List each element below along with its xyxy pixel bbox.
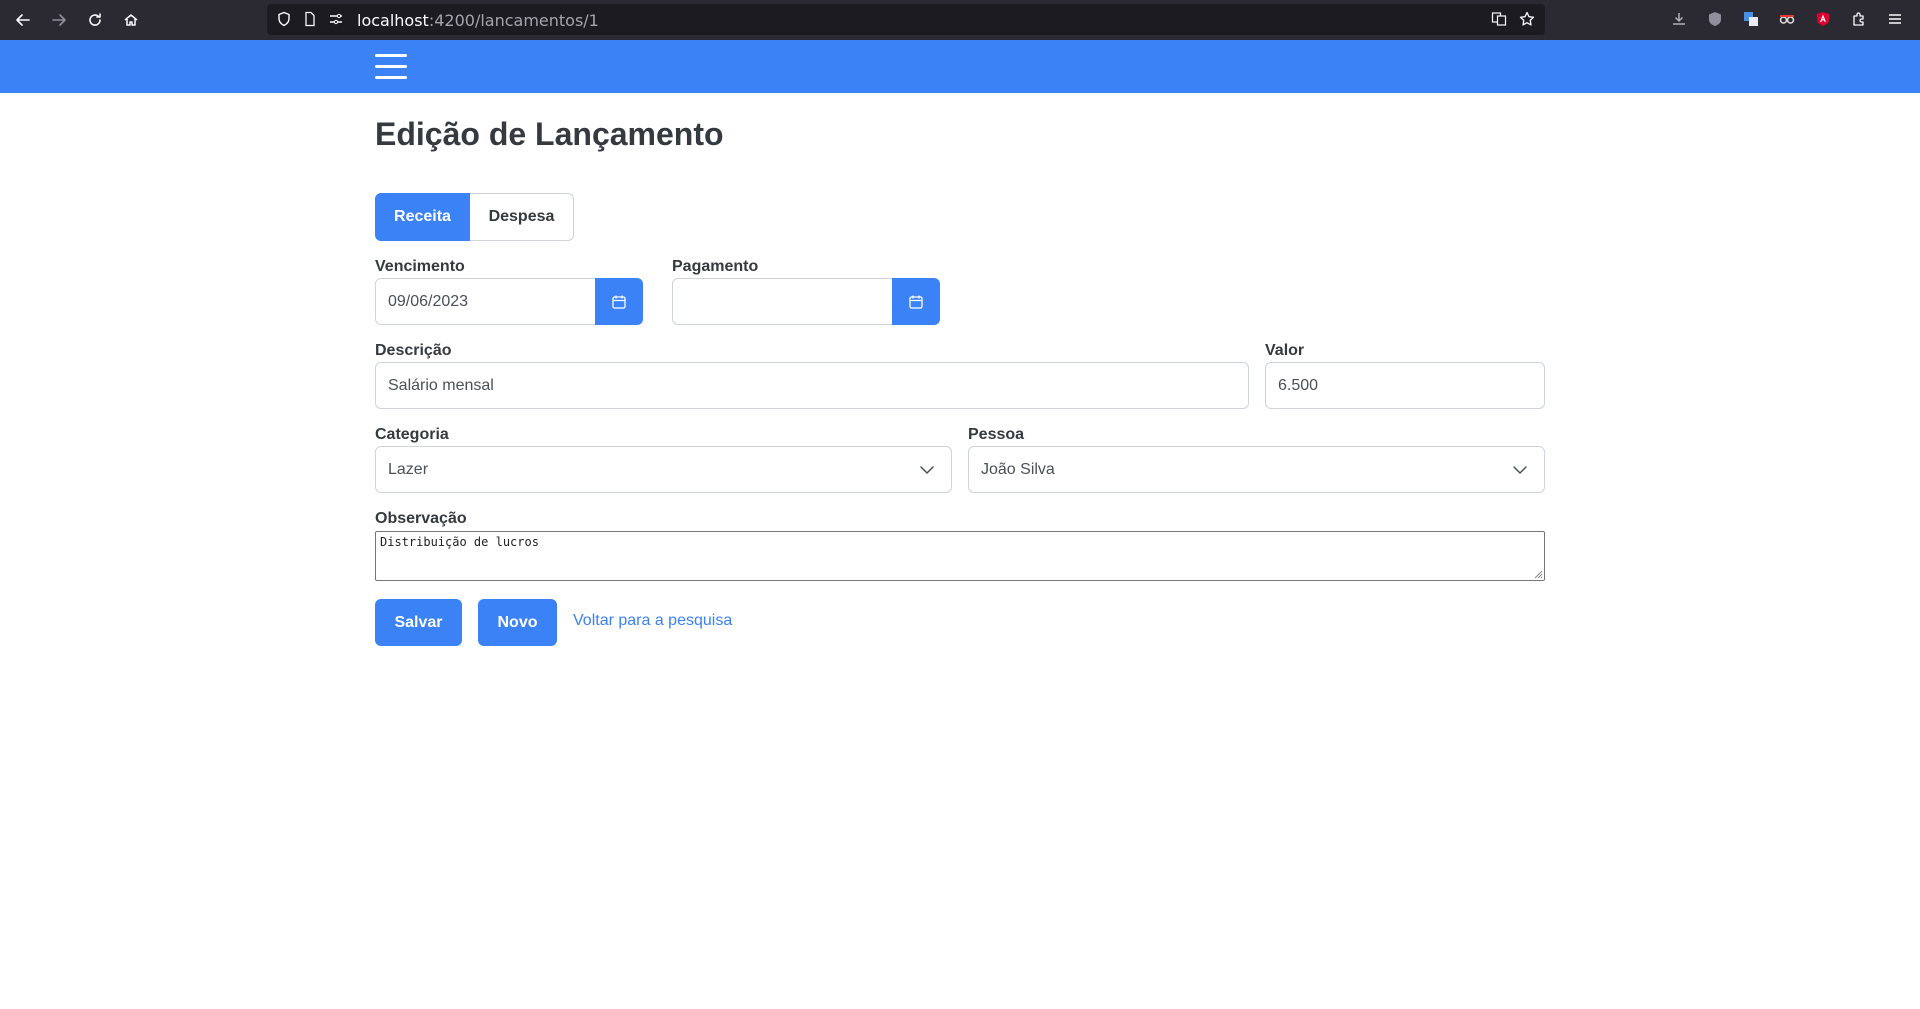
- back-to-search-link[interactable]: Voltar para a pesquisa: [573, 612, 732, 630]
- pessoa-label: Pessoa: [968, 426, 1025, 443]
- reload-icon[interactable]: [83, 8, 107, 32]
- forward-arrow-icon[interactable]: [47, 8, 71, 32]
- pagamento-calendar-button[interactable]: [892, 278, 940, 325]
- bookmark-star-icon[interactable]: [1519, 11, 1535, 27]
- valor-label: Valor: [1265, 342, 1305, 359]
- pessoa-dropdown[interactable]: João Silva: [968, 446, 1545, 493]
- translate-icon[interactable]: [1491, 11, 1507, 27]
- save-button[interactable]: Salvar: [375, 599, 462, 646]
- shield-icon: [278, 11, 290, 27]
- download-icon[interactable]: [1670, 10, 1688, 28]
- categoria-label: Categoria: [375, 426, 449, 443]
- vencimento-input[interactable]: 09/06/2023: [375, 278, 596, 325]
- observacao-label: Observação: [375, 510, 467, 527]
- app-header: [0, 40, 1920, 93]
- pagamento-label: Pagamento: [672, 258, 759, 275]
- angular-devtools-icon[interactable]: [1814, 10, 1832, 28]
- descricao-input[interactable]: Salário mensal: [375, 362, 1249, 409]
- page-icon: [305, 11, 315, 27]
- categoria-dropdown[interactable]: Lazer: [375, 446, 952, 493]
- browser-toolbar: localhost:4200/lancamentos/1: [0, 0, 1920, 40]
- permissions-icon[interactable]: [328, 11, 344, 27]
- valor-input[interactable]: 6.500: [1265, 362, 1545, 409]
- address-bar[interactable]: localhost:4200/lancamentos/1: [267, 4, 1545, 35]
- calendar-icon: [612, 295, 626, 309]
- observacao-text: Distribuição de lucros: [380, 535, 539, 549]
- resize-grip-icon[interactable]: [1533, 569, 1543, 579]
- home-icon[interactable]: [119, 8, 143, 32]
- calendar-icon: [909, 295, 923, 309]
- tipo-despesa-button[interactable]: Despesa: [470, 193, 574, 241]
- vencimento-label: Vencimento: [375, 258, 465, 275]
- back-arrow-icon[interactable]: [11, 8, 35, 32]
- new-button[interactable]: Novo: [478, 599, 557, 646]
- app-menu-icon[interactable]: [1886, 10, 1904, 28]
- url-text: localhost:4200/lancamentos/1: [357, 11, 599, 30]
- glasses-extension-icon[interactable]: [1778, 10, 1796, 28]
- descricao-label: Descrição: [375, 342, 452, 359]
- pagamento-input[interactable]: [672, 278, 893, 325]
- extensions-puzzle-icon[interactable]: [1850, 10, 1868, 28]
- translator-extension-icon[interactable]: [1742, 10, 1760, 28]
- observacao-textarea[interactable]: Distribuição de lucros: [375, 531, 1545, 581]
- chevron-down-icon: [1513, 466, 1527, 474]
- categoria-selected-value: Lazer: [388, 460, 429, 478]
- page-title: Edição de Lançamento: [375, 116, 724, 152]
- pessoa-selected-value: João Silva: [981, 460, 1055, 478]
- ublock-icon[interactable]: [1706, 10, 1724, 28]
- chevron-down-icon: [920, 466, 934, 474]
- tipo-receita-button[interactable]: Receita: [375, 193, 470, 241]
- hamburger-menu-icon[interactable]: [375, 54, 407, 79]
- vencimento-calendar-button[interactable]: [595, 278, 643, 325]
